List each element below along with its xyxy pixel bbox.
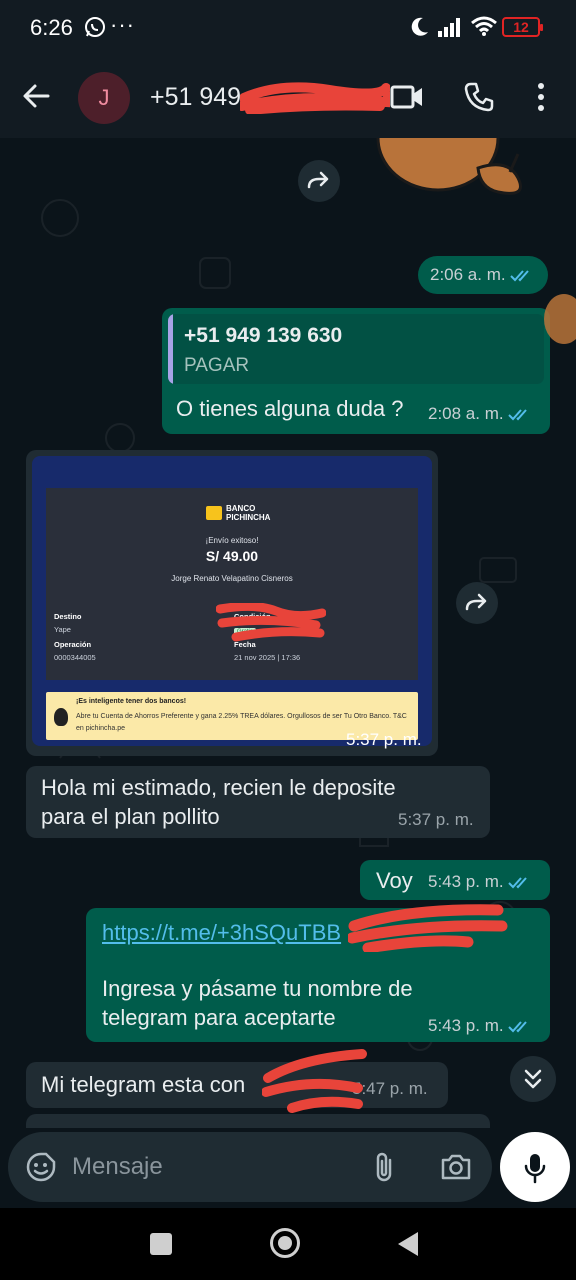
bank-name: BANCO PICHINCHA [226,504,271,522]
chevron-double-down-icon [524,1069,542,1089]
message-time: 5:37 p. m. [398,810,474,829]
telegram-link[interactable]: https://t.me/+3hSQuTBB [102,918,341,947]
battery-icon: 12 [502,17,543,37]
message-text-line-2: telegram para aceptarte [102,1005,336,1030]
signal-icon [438,18,460,37]
receipt-operacion-label: Operación [54,640,92,649]
message-time-text: 2:06 a. m. [430,265,506,284]
quoted-message[interactable]: +51 949 139 630 PAGAR [168,314,544,384]
mic-icon [524,1154,546,1184]
redaction-scribble [348,904,508,952]
message-bubble-incoming[interactable]: Mi telegram esta con 5:47 p. m. [26,1049,448,1113]
read-ticks-icon [509,269,529,281]
more-vert-icon[interactable] [536,82,546,112]
whatsapp-icon [85,17,105,37]
message-text-line-1: Hola mi estimado, recien le deposite [41,775,396,800]
forward-button[interactable] [298,160,340,202]
reaction-sticker-peek [544,294,576,344]
message-time: 5:43 p. m. [428,1016,532,1036]
message-time-text: 5:43 p. m. [428,872,504,891]
read-ticks-icon [507,408,527,420]
forward-icon [465,593,487,611]
receipt-fecha-value: 21 nov 2025 | 17:36 [234,653,301,662]
status-more-dots: ··· [110,12,135,37]
message-bubble-outgoing[interactable]: Voy 5:43 p. m. [360,860,550,900]
message-text-line-1: Ingresa y pásame tu nombre de [102,976,413,1001]
receipt-image[interactable]: BANCO PICHINCHA ¡Envío exitoso! S/ 49.00… [32,456,432,746]
contact-name[interactable]: +51 949 [150,83,241,112]
wifi-icon [471,16,497,36]
message-composer[interactable]: Mensaje [8,1132,492,1202]
receipt-destino-label: Destino [54,612,82,621]
message-bubble-outgoing[interactable]: +51 949 139 630 PAGAR O tienes alguna du… [162,308,550,434]
home-icon[interactable] [270,1228,300,1258]
bank-logo-icon [206,506,222,520]
back-icon[interactable] [398,1232,418,1256]
promo-title: ¡Es inteligente tener dos bancos! [76,698,187,705]
message-bubble-incoming-partial[interactable] [26,1114,490,1128]
message-time-text: 5:43 p. m. [428,1016,504,1035]
attach-icon[interactable] [372,1150,396,1184]
quoted-title: +51 949 139 630 [184,324,343,347]
redaction-scribble [240,82,390,114]
receipt-name: Jorge Renato Velapatino Cisneros [171,574,293,583]
receipt-amount: S/ 49.00 [205,548,259,564]
message-time-text: 2:08 a. m. [428,404,504,423]
receipt-card: BANCO PICHINCHA ¡Envío exitoso! S/ 49.00… [46,488,418,680]
message-text: Mi telegram esta con [41,1072,246,1097]
forward-button[interactable] [456,582,498,624]
status-time: 6:26 [30,15,73,40]
redaction-scribble [262,1049,367,1113]
sticker-image[interactable] [368,138,548,204]
emoji-icon[interactable] [26,1152,56,1182]
moon-icon [411,17,428,36]
quoted-subtitle: PAGAR [184,355,250,376]
forward-icon [307,171,329,189]
promo-mascot-icon [54,708,68,726]
quote-accent-bar [168,314,173,384]
receipt-destino-value: Yape [54,625,71,634]
chat-area[interactable]: 2:06 a. m. +51 949 139 630 PAGAR O tiene… [0,138,576,1128]
message-time: 2:06 a. m. [430,265,534,285]
chat-header: J +51 949 [0,58,576,138]
status-bar: 6:26 ··· 12 [0,0,576,58]
read-ticks-icon [507,1020,527,1032]
sticker-time-badge: 2:06 a. m. [418,256,548,294]
back-arrow-icon[interactable] [22,82,50,110]
phone-icon[interactable] [464,82,494,112]
message-time: 5:43 p. m. [428,872,532,892]
read-ticks-icon [507,876,527,888]
voice-message-button[interactable] [500,1132,570,1202]
message-bubble-incoming-image[interactable]: BANCO PICHINCHA ¡Envío exitoso! S/ 49.00… [26,450,438,756]
receipt-status: ¡Envío exitoso! [205,536,259,545]
video-call-icon[interactable] [390,84,424,110]
message-time: 2:08 a. m. [428,404,532,424]
scroll-to-bottom-button[interactable] [510,1056,556,1102]
message-time: 5:37 p. m. [346,730,422,749]
message-input[interactable]: Mensaje [72,1153,163,1181]
message-bubble-incoming[interactable]: Hola mi estimado, recien le deposite par… [26,766,490,838]
message-text: Voy [376,868,413,893]
message-text: O tienes alguna duda ? [176,396,404,421]
recents-icon[interactable] [150,1233,172,1255]
message-bubble-outgoing[interactable]: https://t.me/+3hSQuTBB Ingresa y pásame … [86,904,550,1042]
message-text-line-2: para el plan pollito [41,804,220,829]
camera-icon[interactable] [440,1152,472,1182]
receipt-operacion-value: 0000344005 [54,653,96,662]
system-nav-bar [0,1208,576,1280]
avatar[interactable]: J [78,72,130,124]
redaction-scribble [216,603,326,642]
